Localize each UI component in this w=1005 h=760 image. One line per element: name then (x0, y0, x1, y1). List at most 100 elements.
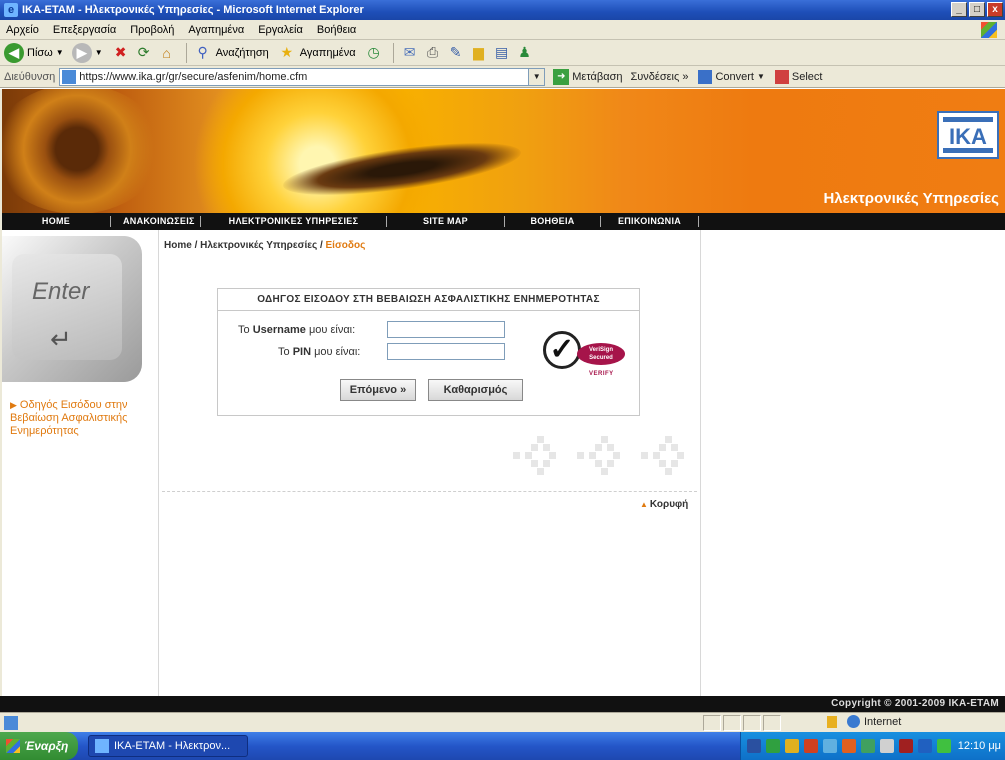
tray-app-icon[interactable] (842, 739, 856, 753)
title-bar: e ΙΚΑ-ΕΤΑΜ - Ηλεκτρονικές Υπηρεσίες - Mi… (0, 0, 1005, 20)
pin-prefix: Το (278, 346, 293, 358)
print-icon[interactable]: ⎙ (423, 43, 443, 63)
back-arrow-icon: ◀ (4, 42, 24, 63)
convert-dropdown-icon[interactable]: ▼ (757, 72, 765, 81)
menu-favorites[interactable]: Αγαπημένα (188, 24, 244, 36)
decorative-dots (507, 436, 697, 476)
web-page: IKA Ηλεκτρονικές Υπηρεσίες HOME ΑΝΑΚΟΙΝΩ… (0, 89, 1005, 696)
window-title: ΙΚΑ-ΕΤΑΜ - Ηλεκτρονικές Υπηρεσίες - Micr… (22, 4, 364, 16)
nav-eservices[interactable]: ΗΛΕΚΤΡΟΝΙΚΕΣ ΥΠΗΡΕΣΙΕΣ (201, 216, 387, 227)
tray-app-icon[interactable] (823, 739, 837, 753)
tray-app-icon[interactable] (861, 739, 875, 753)
select-button[interactable]: Select (774, 69, 823, 84)
forward-button[interactable]: ▶ ▼ (71, 42, 103, 63)
mail-icon[interactable]: ✉ (400, 43, 420, 63)
convert-label: Convert (715, 70, 754, 83)
links-button[interactable]: Συνδέσεις » (630, 71, 688, 83)
back-button[interactable]: ◀ Πίσω ▼ (4, 42, 64, 63)
menu-edit[interactable]: Επεξεργασία (53, 24, 116, 36)
tray-app-icon[interactable] (937, 739, 951, 753)
forward-arrow-icon: ▶ (71, 42, 92, 63)
tray-app-icon[interactable] (899, 739, 913, 753)
messenger-icon[interactable]: ♟ (515, 43, 535, 63)
menu-view[interactable]: Προβολή (130, 24, 174, 36)
nav-sitemap[interactable]: SITE MAP (387, 216, 505, 227)
history-icon[interactable]: ◷ (364, 43, 384, 63)
enter-key-image: Enter ↵ (2, 236, 142, 382)
stop-icon[interactable]: ✖ (111, 43, 131, 63)
breadcrumb-section[interactable]: Ηλεκτρονικές Υπηρεσίες (200, 240, 317, 251)
forward-dropdown-icon[interactable]: ▼ (95, 48, 103, 57)
address-url: https://www.ika.gr/gr/secure/asfenim/hom… (79, 70, 308, 83)
username-label: Το Username μου είναι: (238, 324, 355, 336)
refresh-icon[interactable]: ⟳ (134, 43, 154, 63)
sidebar-link[interactable]: ▶ Οδηγός Εισόδου στην Βεβαίωση Ασφαλιστικ… (10, 399, 150, 438)
nav-contact[interactable]: ΕΠΙΚΟΙΝΩΝΙΑ (601, 216, 699, 227)
verisign-seal[interactable]: ✓ VeriSign Secured VERIFY (537, 329, 627, 381)
tray-app-icon[interactable] (918, 739, 932, 753)
minimize-button[interactable]: _ (951, 2, 967, 17)
close-button[interactable]: x (987, 2, 1003, 17)
menu-tools[interactable]: Εργαλεία (258, 24, 303, 36)
favorites-button[interactable]: ★ Αγαπημένα (277, 43, 355, 63)
toolbar-separator (392, 42, 394, 63)
back-to-top-link[interactable]: ▲ Κορυφή (640, 499, 688, 510)
start-label: Έναρξη (24, 739, 69, 753)
tray-app-icon[interactable] (766, 739, 780, 753)
pin-bold: PIN (292, 346, 312, 358)
tray-app-icon[interactable] (785, 739, 799, 753)
discuss-icon[interactable]: ▤ (492, 43, 512, 63)
clock: 12:10 μμ (957, 740, 1001, 752)
favorites-star-icon: ★ (280, 44, 294, 60)
status-cell (703, 715, 721, 731)
system-tray: 12:10 μμ (740, 732, 1005, 760)
maximize-button[interactable]: □ (969, 2, 985, 17)
search-button[interactable]: ⚲ Αναζήτηση (193, 43, 268, 63)
breadcrumb-current: Είσοδος (325, 240, 366, 251)
pin-suffix: μου είναι: (311, 346, 361, 358)
page-status-icon (4, 715, 18, 730)
edit-icon[interactable]: ✎ (446, 43, 466, 63)
address-dropdown-icon[interactable]: ▼ (529, 67, 546, 86)
next-button[interactable]: Επόμενο » (340, 379, 416, 401)
go-arrow-icon: ➜ (553, 68, 570, 85)
tray-app-icon[interactable] (804, 739, 818, 753)
breadcrumb-home[interactable]: Home (164, 240, 192, 251)
keyboard-layout-icon[interactable] (747, 739, 761, 753)
nav-announcements[interactable]: ΑΝΑΚΟΙΝΩΣΕΙΣ (111, 216, 201, 227)
logo-bar-bottom (943, 148, 993, 153)
address-input[interactable]: https://www.ika.gr/gr/secure/asfenim/hom… (59, 67, 530, 86)
sunflower-image (2, 89, 162, 213)
username-bold: Username (252, 324, 306, 336)
taskbar: Έναρξη ΙΚΑ-ΕΤΑΜ - Ηλεκτρον... 12:10 μμ (0, 732, 1005, 760)
back-dropdown-icon[interactable]: ▼ (56, 48, 64, 57)
address-label: Διεύθυνση (4, 70, 56, 83)
back-label: Πίσω (27, 46, 53, 59)
tray-app-icon[interactable] (880, 739, 894, 753)
nav-help[interactable]: ΒΟΗΘΕΙΑ (505, 216, 601, 227)
start-button[interactable]: Έναρξη (0, 732, 78, 760)
go-button[interactable]: ➜ Μετάβαση (553, 68, 622, 85)
home-icon[interactable]: ⌂ (157, 43, 177, 63)
menu-file[interactable]: Αρχείο (6, 24, 39, 36)
clear-button[interactable]: Καθαρισμός (428, 379, 523, 401)
left-sidebar: Enter ↵ ▶ Οδηγός Εισόδου στην Βεβαίωση Ασ… (2, 230, 159, 696)
taskbar-item-ie[interactable]: ΙΚΑ-ΕΤΑΜ - Ηλεκτρον... (88, 735, 248, 757)
folder-icon[interactable]: ▆ (469, 43, 489, 63)
status-bar: Internet (0, 712, 1005, 732)
menu-help[interactable]: Βοήθεια (317, 24, 356, 36)
breadcrumb: Home / Ηλεκτρονικές Υπηρεσίες / Είσοδος (164, 240, 365, 251)
copyright-footer: Copyright © 2001-2009 IKA-ETAM (0, 696, 1005, 712)
address-bar: Διεύθυνση https://www.ika.gr/gr/secure/a… (0, 66, 1005, 88)
select-label: Select (791, 70, 823, 83)
divider (162, 491, 697, 492)
nav-home[interactable]: HOME (2, 216, 111, 227)
ika-logo[interactable]: IKA (937, 111, 999, 159)
bullet-triangle-icon: ▶ (10, 400, 17, 410)
status-cell (743, 715, 761, 731)
username-input[interactable] (387, 321, 505, 338)
pin-input[interactable] (387, 343, 505, 360)
convert-button[interactable]: Convert ▼ (698, 69, 765, 84)
verisign-badge: VeriSign Secured (577, 343, 625, 365)
lock-icon[interactable] (827, 715, 837, 728)
